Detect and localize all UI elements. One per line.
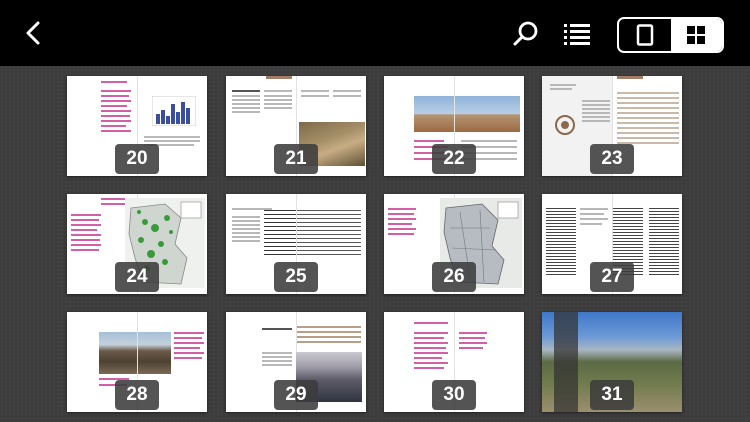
search-button[interactable] xyxy=(512,20,540,48)
page-thumbnail[interactable]: 27 xyxy=(542,194,682,294)
page-number-badge: 22 xyxy=(432,144,476,174)
text-block xyxy=(649,208,679,276)
page-thumbnail[interactable]: 26 xyxy=(384,194,524,294)
grid-icon xyxy=(687,26,706,44)
page-number-badge: 24 xyxy=(115,262,159,292)
page-thumbnail-grid: 20 21 22 23 24 25 26 27 28 29 30 31 xyxy=(0,66,750,422)
page-thumbnail[interactable]: 20 xyxy=(67,76,207,176)
text-block xyxy=(546,208,576,276)
page-thumbnail[interactable]: 24 xyxy=(67,194,207,294)
page-number-badge: 26 xyxy=(432,262,476,292)
page-number-badge: 21 xyxy=(274,144,318,174)
page-thumbnail[interactable]: 29 xyxy=(226,312,366,412)
single-page-view-button[interactable] xyxy=(619,19,671,51)
bar-chart-figure xyxy=(152,96,196,126)
list-button[interactable] xyxy=(562,20,592,48)
page-number-badge: 27 xyxy=(590,262,634,292)
list-icon xyxy=(564,24,590,45)
page-number-badge: 29 xyxy=(274,380,318,410)
page-number-badge: 31 xyxy=(590,380,634,410)
page-thumbnail[interactable]: 21 xyxy=(226,76,366,176)
page-thumbnail[interactable]: 25 xyxy=(226,194,366,294)
page-thumbnail[interactable]: 23 xyxy=(542,76,682,176)
emblem-icon xyxy=(555,115,575,135)
data-table xyxy=(264,210,296,258)
page-number-badge: 20 xyxy=(115,144,159,174)
top-toolbar xyxy=(0,0,750,66)
page-thumbnail[interactable]: 22 xyxy=(384,76,524,176)
data-table xyxy=(617,92,679,144)
page-number-badge: 25 xyxy=(274,262,318,292)
page-thumbnail[interactable]: 31 xyxy=(542,312,682,412)
caption-overlay xyxy=(554,312,578,412)
chevron-left-icon xyxy=(26,21,40,45)
view-mode-toggle xyxy=(617,17,724,53)
page-thumbnail[interactable]: 30 xyxy=(384,312,524,412)
back-button[interactable] xyxy=(18,18,48,48)
single-page-icon xyxy=(636,24,653,46)
page-number-badge: 23 xyxy=(590,144,634,174)
data-table xyxy=(297,210,361,258)
grid-view-button[interactable] xyxy=(670,19,722,51)
search-icon xyxy=(513,21,538,46)
page-thumbnail[interactable]: 28 xyxy=(67,312,207,412)
page-number-badge: 28 xyxy=(115,380,159,410)
data-table xyxy=(297,326,361,346)
page-number-badge: 30 xyxy=(432,380,476,410)
